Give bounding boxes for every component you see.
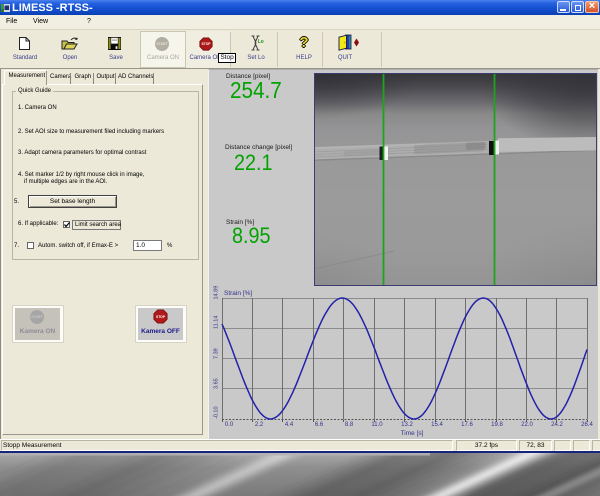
svg-text:15.4: 15.4 <box>431 422 443 428</box>
svg-text:11.14: 11.14 <box>214 316 220 329</box>
svg-text:8.8: 8.8 <box>345 422 354 428</box>
svg-text:14.89: 14.89 <box>214 286 220 300</box>
svg-text:22.0: 22.0 <box>521 422 533 428</box>
svg-text:11.0: 11.0 <box>371 422 383 428</box>
svg-text:19.8: 19.8 <box>491 422 503 428</box>
svg-text:-0.10: -0.10 <box>214 406 220 419</box>
svg-text:3.65: 3.65 <box>214 378 220 389</box>
svg-text:4.4: 4.4 <box>285 422 294 428</box>
svg-text:6.6: 6.6 <box>315 422 324 428</box>
svg-text:17.6: 17.6 <box>461 422 473 428</box>
svg-text:24.2: 24.2 <box>551 422 563 428</box>
svg-text:STOP: STOP <box>202 42 212 46</box>
svg-text:26.4: 26.4 <box>581 422 593 428</box>
svg-text:Time [s]: Time [s] <box>401 430 424 437</box>
svg-text:7.39: 7.39 <box>214 348 220 359</box>
svg-text:0.0: 0.0 <box>225 422 234 428</box>
svg-text:STOP: STOP <box>156 315 166 319</box>
svg-text:2.2: 2.2 <box>255 422 264 428</box>
svg-text:Lo: Lo <box>258 39 264 45</box>
svg-text:13.2: 13.2 <box>401 422 413 428</box>
svg-text:Strain [%]: Strain [%] <box>224 290 252 297</box>
